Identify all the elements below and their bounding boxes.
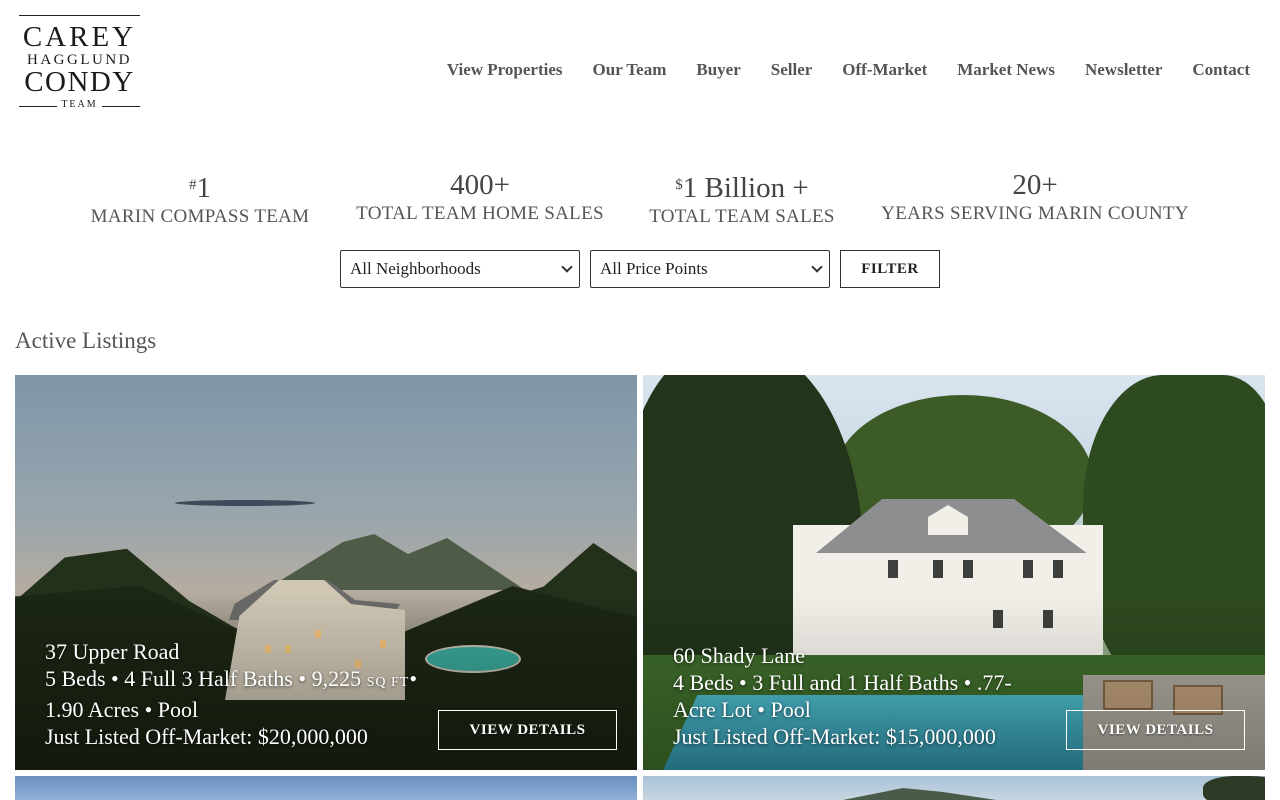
stat-prefix: #	[189, 177, 197, 193]
nav-contact[interactable]: Contact	[1192, 60, 1250, 80]
view-details-button[interactable]: VIEW DETAILS	[1066, 710, 1245, 750]
neighborhood-select[interactable]: All Neighborhoods	[340, 250, 580, 288]
nav-buyer[interactable]: Buyer	[696, 60, 740, 80]
listing-card[interactable]: 37 Upper Road 5 Beds • 4 Full 3 Half Bat…	[15, 375, 637, 770]
stat-value: 20+	[1012, 169, 1058, 201]
listing-details: 4 Beds • 3 Full and 1 Half Baths • .77-	[673, 670, 1012, 695]
stat-label: TOTAL TEAM HOME SALES	[356, 203, 604, 224]
nav-seller[interactable]: Seller	[771, 60, 813, 80]
listing-details-2: Acre Lot • Pool	[673, 697, 811, 722]
listing-details-separator: •	[409, 666, 418, 691]
listing-photo	[643, 776, 1265, 800]
section-title-active-listings: Active Listings	[15, 328, 157, 353]
nav-newsletter[interactable]: Newsletter	[1085, 60, 1162, 80]
logo-line-carey: CAREY	[22, 21, 137, 53]
stat-compass-rank: #1 MARIN COMPASS TEAM	[80, 168, 320, 229]
price-select[interactable]: All Price Points	[590, 250, 830, 288]
listing-details-2: 1.90 Acres • Pool	[45, 697, 199, 722]
listing-photo	[15, 776, 637, 800]
stat-label: MARIN COMPASS TEAM	[90, 206, 310, 227]
stat-label: TOTAL TEAM SALES	[649, 206, 835, 227]
logo-line-team: TEAM	[57, 99, 102, 110]
listing-address: 37 Upper Road	[45, 639, 180, 664]
price-select-value: All Price Points	[600, 259, 708, 278]
stat-value: 400+	[450, 169, 510, 201]
listing-price: Just Listed Off-Market: $20,000,000	[45, 724, 368, 749]
listing-filters: All Neighborhoods All Price Points FILTE…	[340, 250, 940, 288]
stat-value: 1	[196, 172, 212, 204]
nav-our-team[interactable]: Our Team	[593, 60, 667, 80]
stat-label: YEARS SERVING MARIN COUNTY	[881, 203, 1189, 224]
listing-address: 60 Shady Lane	[673, 643, 805, 668]
chevron-down-icon	[811, 260, 823, 273]
listing-card[interactable]: 60 Shady Lane 4 Beds • 3 Full and 1 Half…	[643, 375, 1265, 770]
stat-value: 1 Billion +	[682, 172, 809, 204]
stat-home-sales: 400+ TOTAL TEAM HOME SALES	[345, 168, 615, 226]
main-nav: View Properties Our Team Buyer Seller Of…	[447, 60, 1250, 80]
listing-card[interactable]	[643, 776, 1265, 800]
listing-info: 60 Shady Lane 4 Beds • 3 Full and 1 Half…	[673, 642, 1012, 750]
filter-button[interactable]: FILTER	[840, 250, 940, 288]
logo-line-condy: CONDY	[24, 66, 135, 98]
stat-prefix: $	[675, 177, 683, 193]
nav-view-properties[interactable]: View Properties	[447, 60, 563, 80]
stat-years-serving: 20+ YEARS SERVING MARIN COUNTY	[872, 168, 1198, 226]
listing-info: 37 Upper Road 5 Beds • 4 Full 3 Half Bat…	[45, 638, 417, 750]
nav-off-market[interactable]: Off-Market	[842, 60, 927, 80]
listing-sqft-unit: SQ FT	[366, 675, 410, 690]
view-details-button[interactable]: VIEW DETAILS	[438, 710, 617, 750]
listing-card[interactable]	[15, 776, 637, 800]
chevron-down-icon	[561, 260, 573, 273]
listing-price: Just Listed Off-Market: $15,000,000	[673, 724, 996, 749]
logo[interactable]: CAREY HAGGLUND CONDY TEAM	[19, 15, 140, 110]
stat-total-sales: $1 Billion + TOTAL TEAM SALES	[640, 168, 844, 229]
logo-top-rule	[19, 15, 140, 16]
listing-details: 5 Beds • 4 Full 3 Half Baths • 9,225	[45, 666, 367, 691]
nav-market-news[interactable]: Market News	[957, 60, 1055, 80]
neighborhood-select-value: All Neighborhoods	[350, 259, 481, 278]
